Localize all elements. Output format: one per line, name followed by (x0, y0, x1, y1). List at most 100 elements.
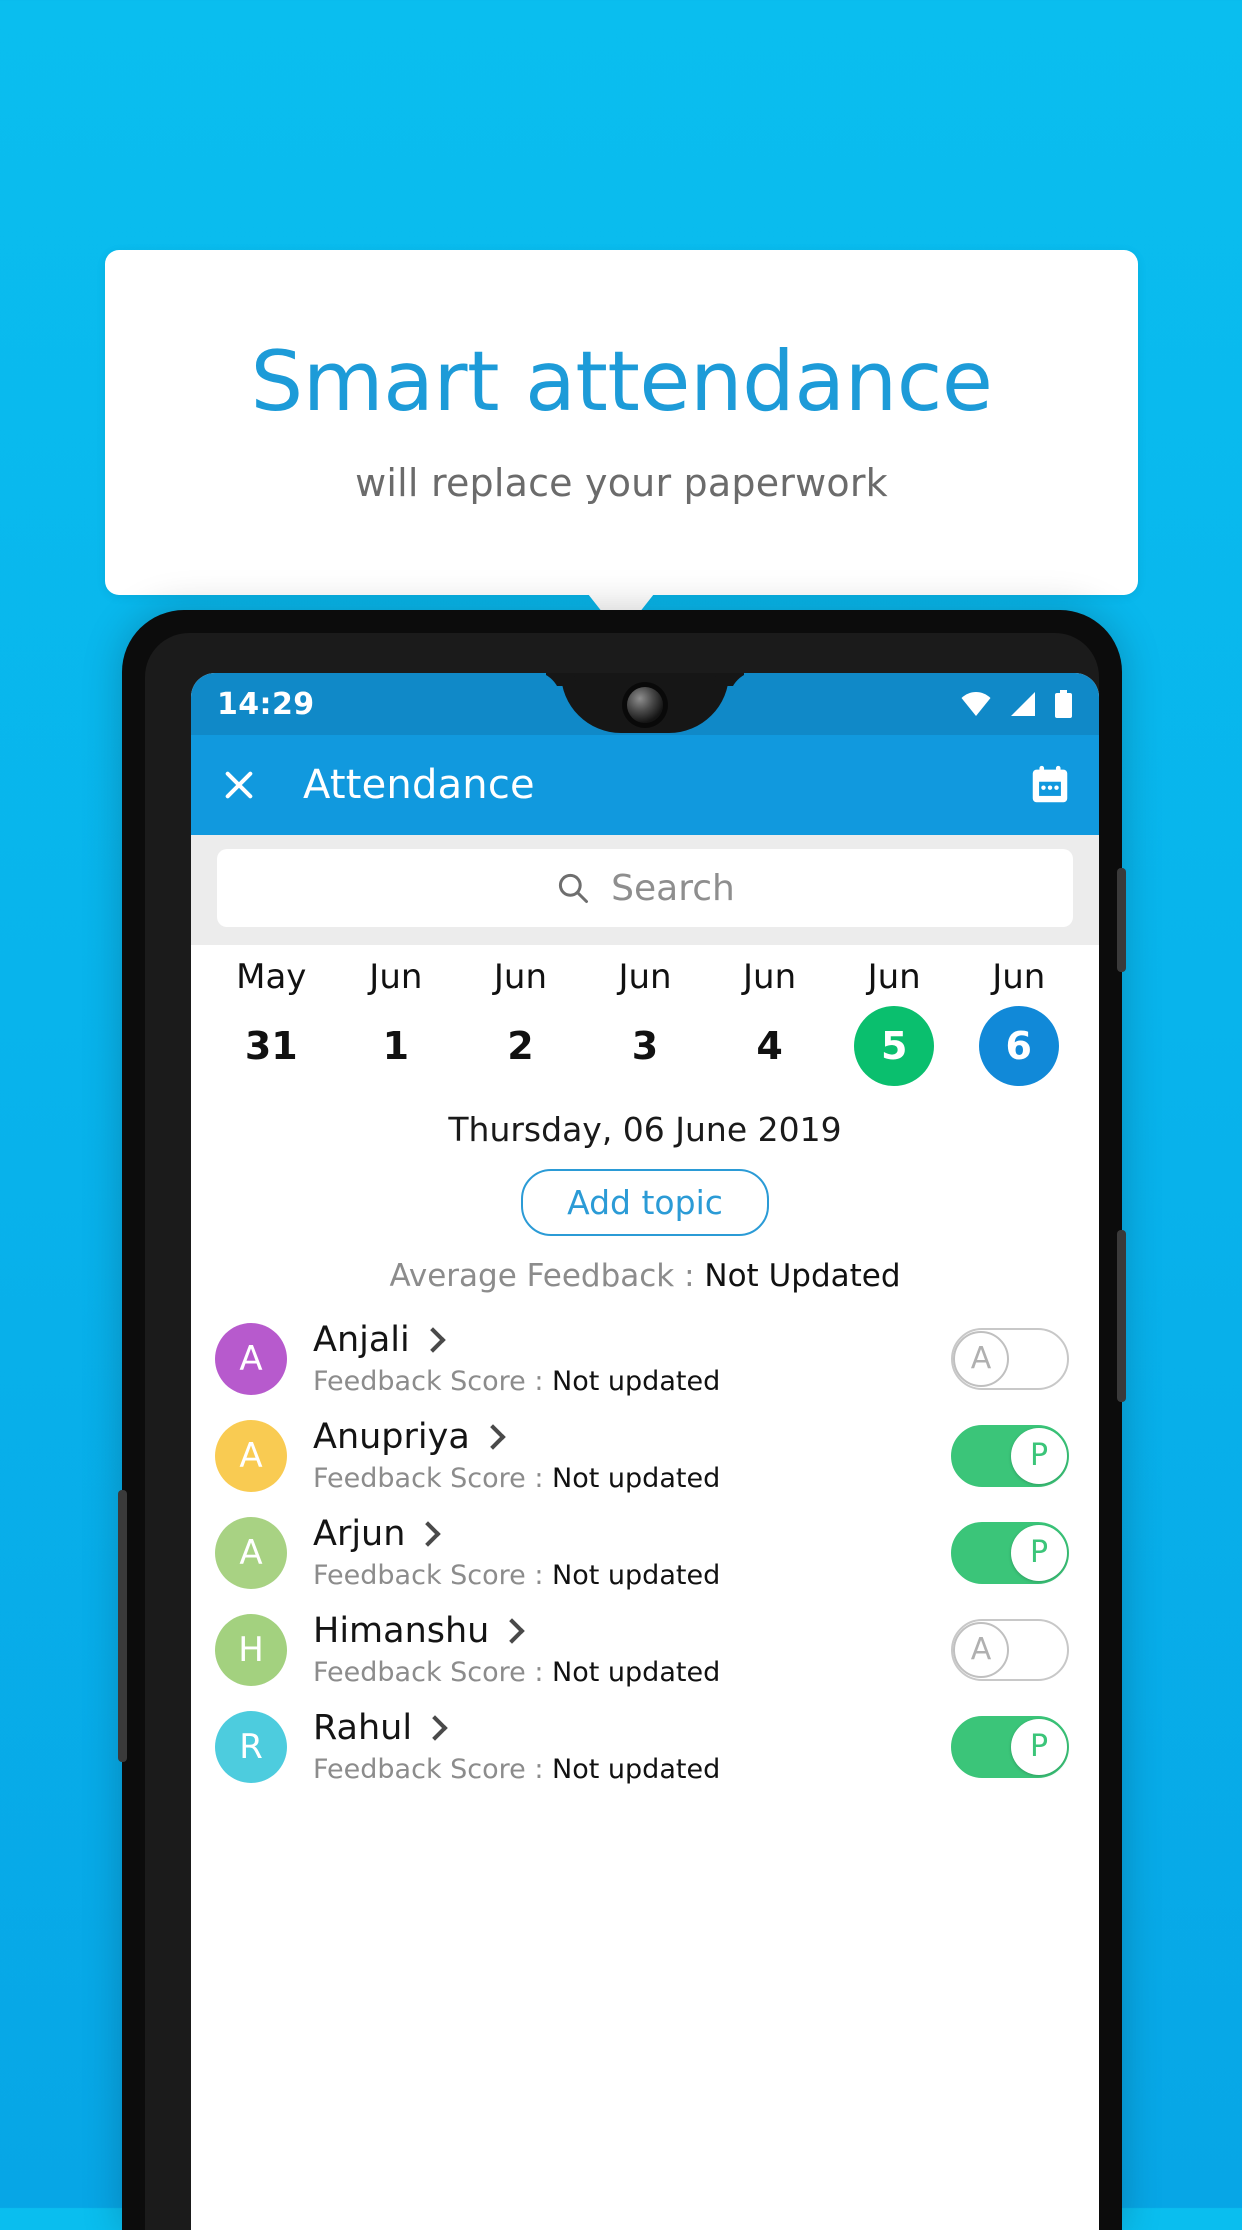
search-area: Search (191, 835, 1099, 945)
average-feedback: Average Feedback : Not Updated (191, 1236, 1099, 1304)
date-cell[interactable]: Jun 5 (832, 957, 957, 1087)
date-day-number[interactable]: 4 (730, 1006, 810, 1086)
date-day-number[interactable]: 2 (480, 1006, 560, 1086)
student-name-line[interactable]: Anupriya (313, 1417, 951, 1457)
student-name-line[interactable]: Himanshu (313, 1611, 951, 1651)
wifi-icon (961, 692, 991, 716)
app-bar: Attendance (191, 735, 1099, 835)
student-name-line[interactable]: Anjali (313, 1320, 951, 1360)
avatar: A (215, 1516, 287, 1589)
student-info: Himanshu Feedback Score : Not updated (313, 1611, 951, 1688)
phone-device-frame: 14:29 Attendance Search May 31 Jun 1 Jun… (118, 610, 1126, 2230)
date-month-label: Jun (493, 957, 547, 997)
student-name: Anjali (313, 1320, 410, 1361)
student-name-line[interactable]: Rahul (313, 1708, 951, 1748)
page-title: Attendance (303, 762, 535, 808)
attendance-toggle[interactable]: P (951, 1521, 1069, 1584)
date-cell[interactable]: Jun 2 (458, 957, 583, 1086)
promo-title: Smart attendance (250, 333, 993, 430)
date-day-number[interactable]: 5 (854, 1006, 935, 1087)
feedback-score-label: Feedback Score : (313, 1366, 553, 1398)
student-name: Rahul (313, 1708, 413, 1749)
chevron-right-icon[interactable] (422, 1715, 448, 1742)
attendance-toggle[interactable]: P (951, 1715, 1069, 1778)
avatar: A (215, 1419, 287, 1492)
date-cell[interactable]: Jun 4 (707, 957, 832, 1086)
student-name: Arjun (313, 1514, 406, 1555)
student-row[interactable]: A Arjun Feedback Score : Not updated P (191, 1504, 1099, 1601)
student-info: Anjali Feedback Score : Not updated (313, 1320, 951, 1397)
date-month-label: Jun (369, 957, 423, 997)
date-month-label: May (236, 957, 307, 997)
date-day-number[interactable]: 6 (978, 1006, 1059, 1087)
feedback-score-value: Not updated (552, 1463, 721, 1495)
student-list: A Anjali Feedback Score : Not updated A A Anu… (191, 1304, 1099, 1795)
student-feedback: Feedback Score : Not updated (313, 1657, 951, 1688)
avatar: A (215, 1322, 287, 1395)
student-row[interactable]: A Anjali Feedback Score : Not updated A (191, 1310, 1099, 1407)
date-strip: May 31 Jun 1 Jun 2 Jun 3 Jun 4 Jun 5 Jun 6 (191, 945, 1099, 1087)
attendance-toggle[interactable]: A (951, 1327, 1069, 1390)
student-row[interactable]: H Himanshu Feedback Score : Not updated A (191, 1601, 1099, 1698)
student-row[interactable]: R Rahul Feedback Score : Not updated P (191, 1698, 1099, 1795)
student-row[interactable]: A Anupriya Feedback Score : Not updated P (191, 1407, 1099, 1504)
date-month-label: Jun (618, 957, 672, 997)
attendance-toggle-knob: A (953, 1330, 1009, 1387)
date-day-number[interactable]: 31 (231, 1006, 311, 1086)
date-day-number[interactable]: 3 (605, 1006, 685, 1086)
search-icon (559, 873, 589, 903)
student-name-line[interactable]: Arjun (313, 1514, 951, 1554)
attendance-toggle-knob: A (953, 1621, 1009, 1678)
student-feedback: Feedback Score : Not updated (313, 1560, 951, 1591)
feedback-score-value: Not updated (552, 1657, 721, 1689)
date-month-label: Jun (867, 957, 921, 997)
average-feedback-label: Average Feedback : (389, 1258, 705, 1295)
date-cell[interactable]: May 31 (209, 957, 334, 1086)
feedback-score-label: Feedback Score : (313, 1560, 553, 1592)
student-feedback: Feedback Score : Not updated (313, 1366, 951, 1397)
attendance-toggle-knob: P (1011, 1427, 1067, 1484)
attendance-toggle[interactable]: P (951, 1424, 1069, 1487)
date-cell[interactable]: Jun 1 (334, 957, 459, 1086)
power-button[interactable] (1117, 868, 1126, 972)
phone-screen: 14:29 Attendance Search May 31 Jun 1 Jun… (191, 673, 1099, 2230)
add-topic-row: Add topic (191, 1149, 1099, 1237)
feedback-score-label: Feedback Score : (313, 1463, 553, 1495)
date-day-number[interactable]: 1 (356, 1006, 436, 1086)
volume-button[interactable] (1117, 1230, 1126, 1402)
promo-subtitle: will replace your paperwork (355, 461, 888, 505)
attendance-toggle-knob: P (1011, 1718, 1067, 1775)
student-info: Anupriya Feedback Score : Not updated (313, 1417, 951, 1494)
search-placeholder: Search (611, 867, 735, 909)
attendance-toggle-knob: P (1011, 1524, 1067, 1581)
chevron-right-icon[interactable] (480, 1424, 506, 1451)
search-input[interactable]: Search (217, 849, 1073, 927)
add-topic-button[interactable]: Add topic (521, 1169, 769, 1237)
feedback-score-value: Not updated (552, 1560, 721, 1592)
feedback-score-label: Feedback Score : (313, 1754, 553, 1786)
close-icon[interactable] (217, 763, 261, 807)
student-info: Rahul Feedback Score : Not updated (313, 1708, 951, 1785)
feedback-score-value: Not updated (552, 1754, 721, 1786)
selected-date-label: Thursday, 06 June 2019 (448, 1110, 842, 1150)
avatar: H (215, 1613, 287, 1686)
battery-icon (1055, 690, 1072, 718)
calendar-icon[interactable] (1027, 762, 1073, 808)
signal-icon (1011, 692, 1035, 716)
date-month-label: Jun (743, 957, 797, 997)
date-cell[interactable]: Jun 6 (956, 958, 1081, 1087)
student-name: Himanshu (313, 1611, 490, 1652)
status-bar-icons (960, 690, 1073, 718)
chevron-right-icon[interactable] (420, 1327, 446, 1354)
status-bar-time: 14:29 (217, 686, 315, 722)
assistant-button[interactable] (118, 1490, 127, 1762)
attendance-toggle[interactable]: A (951, 1618, 1069, 1681)
date-cell[interactable]: Jun 3 (583, 957, 708, 1086)
student-feedback: Feedback Score : Not updated (313, 1754, 951, 1785)
student-info: Arjun Feedback Score : Not updated (313, 1514, 951, 1591)
promo-card: Smart attendance will replace your paper… (105, 250, 1138, 595)
chevron-right-icon[interactable] (415, 1521, 442, 1548)
feedback-score-label: Feedback Score : (313, 1657, 553, 1689)
student-feedback: Feedback Score : Not updated (313, 1463, 951, 1494)
chevron-right-icon[interactable] (499, 1618, 526, 1645)
